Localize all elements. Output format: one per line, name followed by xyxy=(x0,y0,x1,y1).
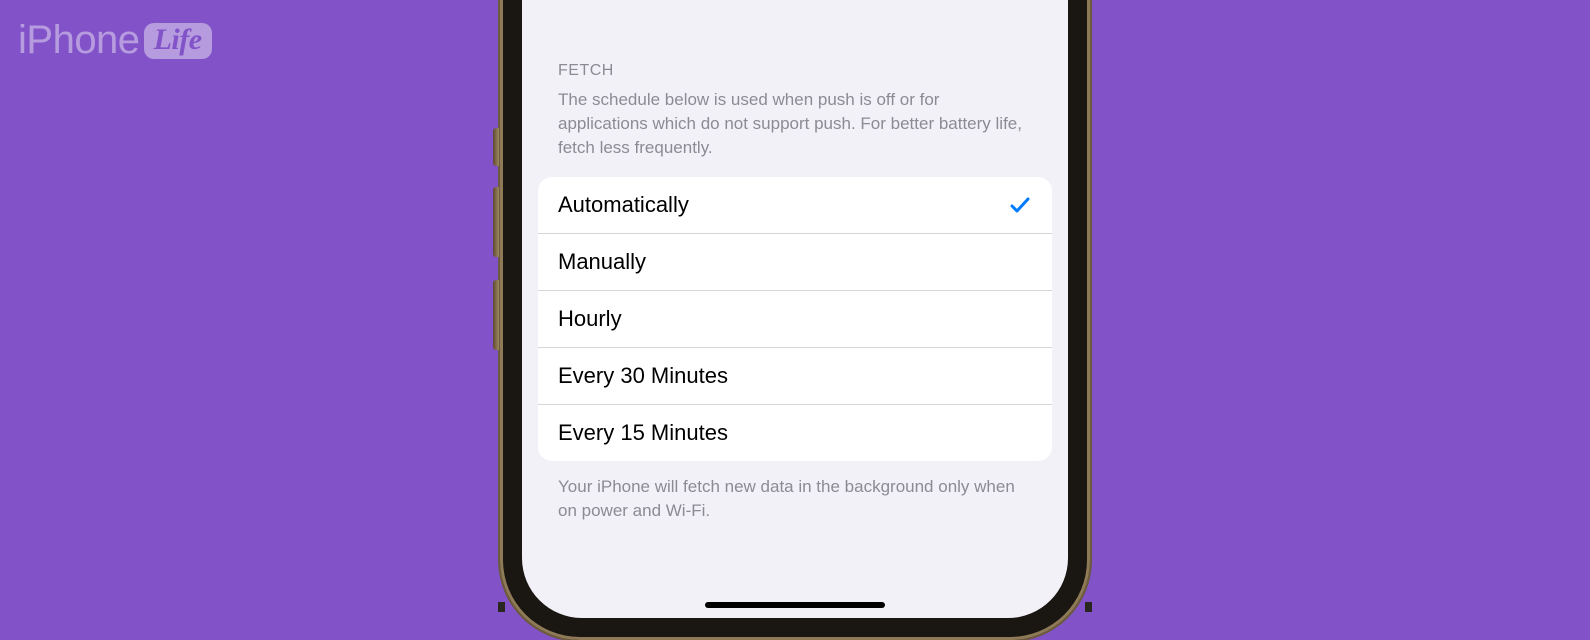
fetch-option-15min[interactable]: Every 15 Minutes xyxy=(538,405,1052,461)
watermark-logo: iPhone Life xyxy=(18,18,212,63)
phone-antenna-band-right xyxy=(1085,602,1092,612)
phone-antenna-band-left xyxy=(498,602,505,612)
phone-silence-switch xyxy=(493,128,499,166)
fetch-section-header: FETCH xyxy=(538,20,1052,88)
fetch-option-manually[interactable]: Manually xyxy=(538,234,1052,291)
phone-volume-down xyxy=(493,280,499,350)
phone-screen: FETCH The schedule below is used when pu… xyxy=(522,0,1068,618)
fetch-option-label: Every 30 Minutes xyxy=(558,363,728,389)
settings-content: FETCH The schedule below is used when pu… xyxy=(522,20,1068,523)
fetch-options-list: Automatically Manually Hourly Every 30 M… xyxy=(538,177,1052,461)
watermark-brand-prefix: iPhone xyxy=(18,18,140,63)
fetch-option-30min[interactable]: Every 30 Minutes xyxy=(538,348,1052,405)
fetch-option-hourly[interactable]: Hourly xyxy=(538,291,1052,348)
fetch-section-description: The schedule below is used when push is … xyxy=(538,88,1052,177)
fetch-option-automatically[interactable]: Automatically xyxy=(538,177,1052,234)
fetch-option-label: Every 15 Minutes xyxy=(558,420,728,446)
checkmark-icon xyxy=(1008,193,1032,217)
phone-frame: FETCH The schedule below is used when pu… xyxy=(500,0,1090,640)
fetch-option-label: Automatically xyxy=(558,192,689,218)
fetch-section-footer: Your iPhone will fetch new data in the b… xyxy=(538,461,1052,523)
home-indicator[interactable] xyxy=(705,602,885,608)
fetch-option-label: Manually xyxy=(558,249,646,275)
fetch-option-label: Hourly xyxy=(558,306,622,332)
phone-volume-up xyxy=(493,187,499,257)
watermark-brand-suffix: Life xyxy=(144,23,212,59)
